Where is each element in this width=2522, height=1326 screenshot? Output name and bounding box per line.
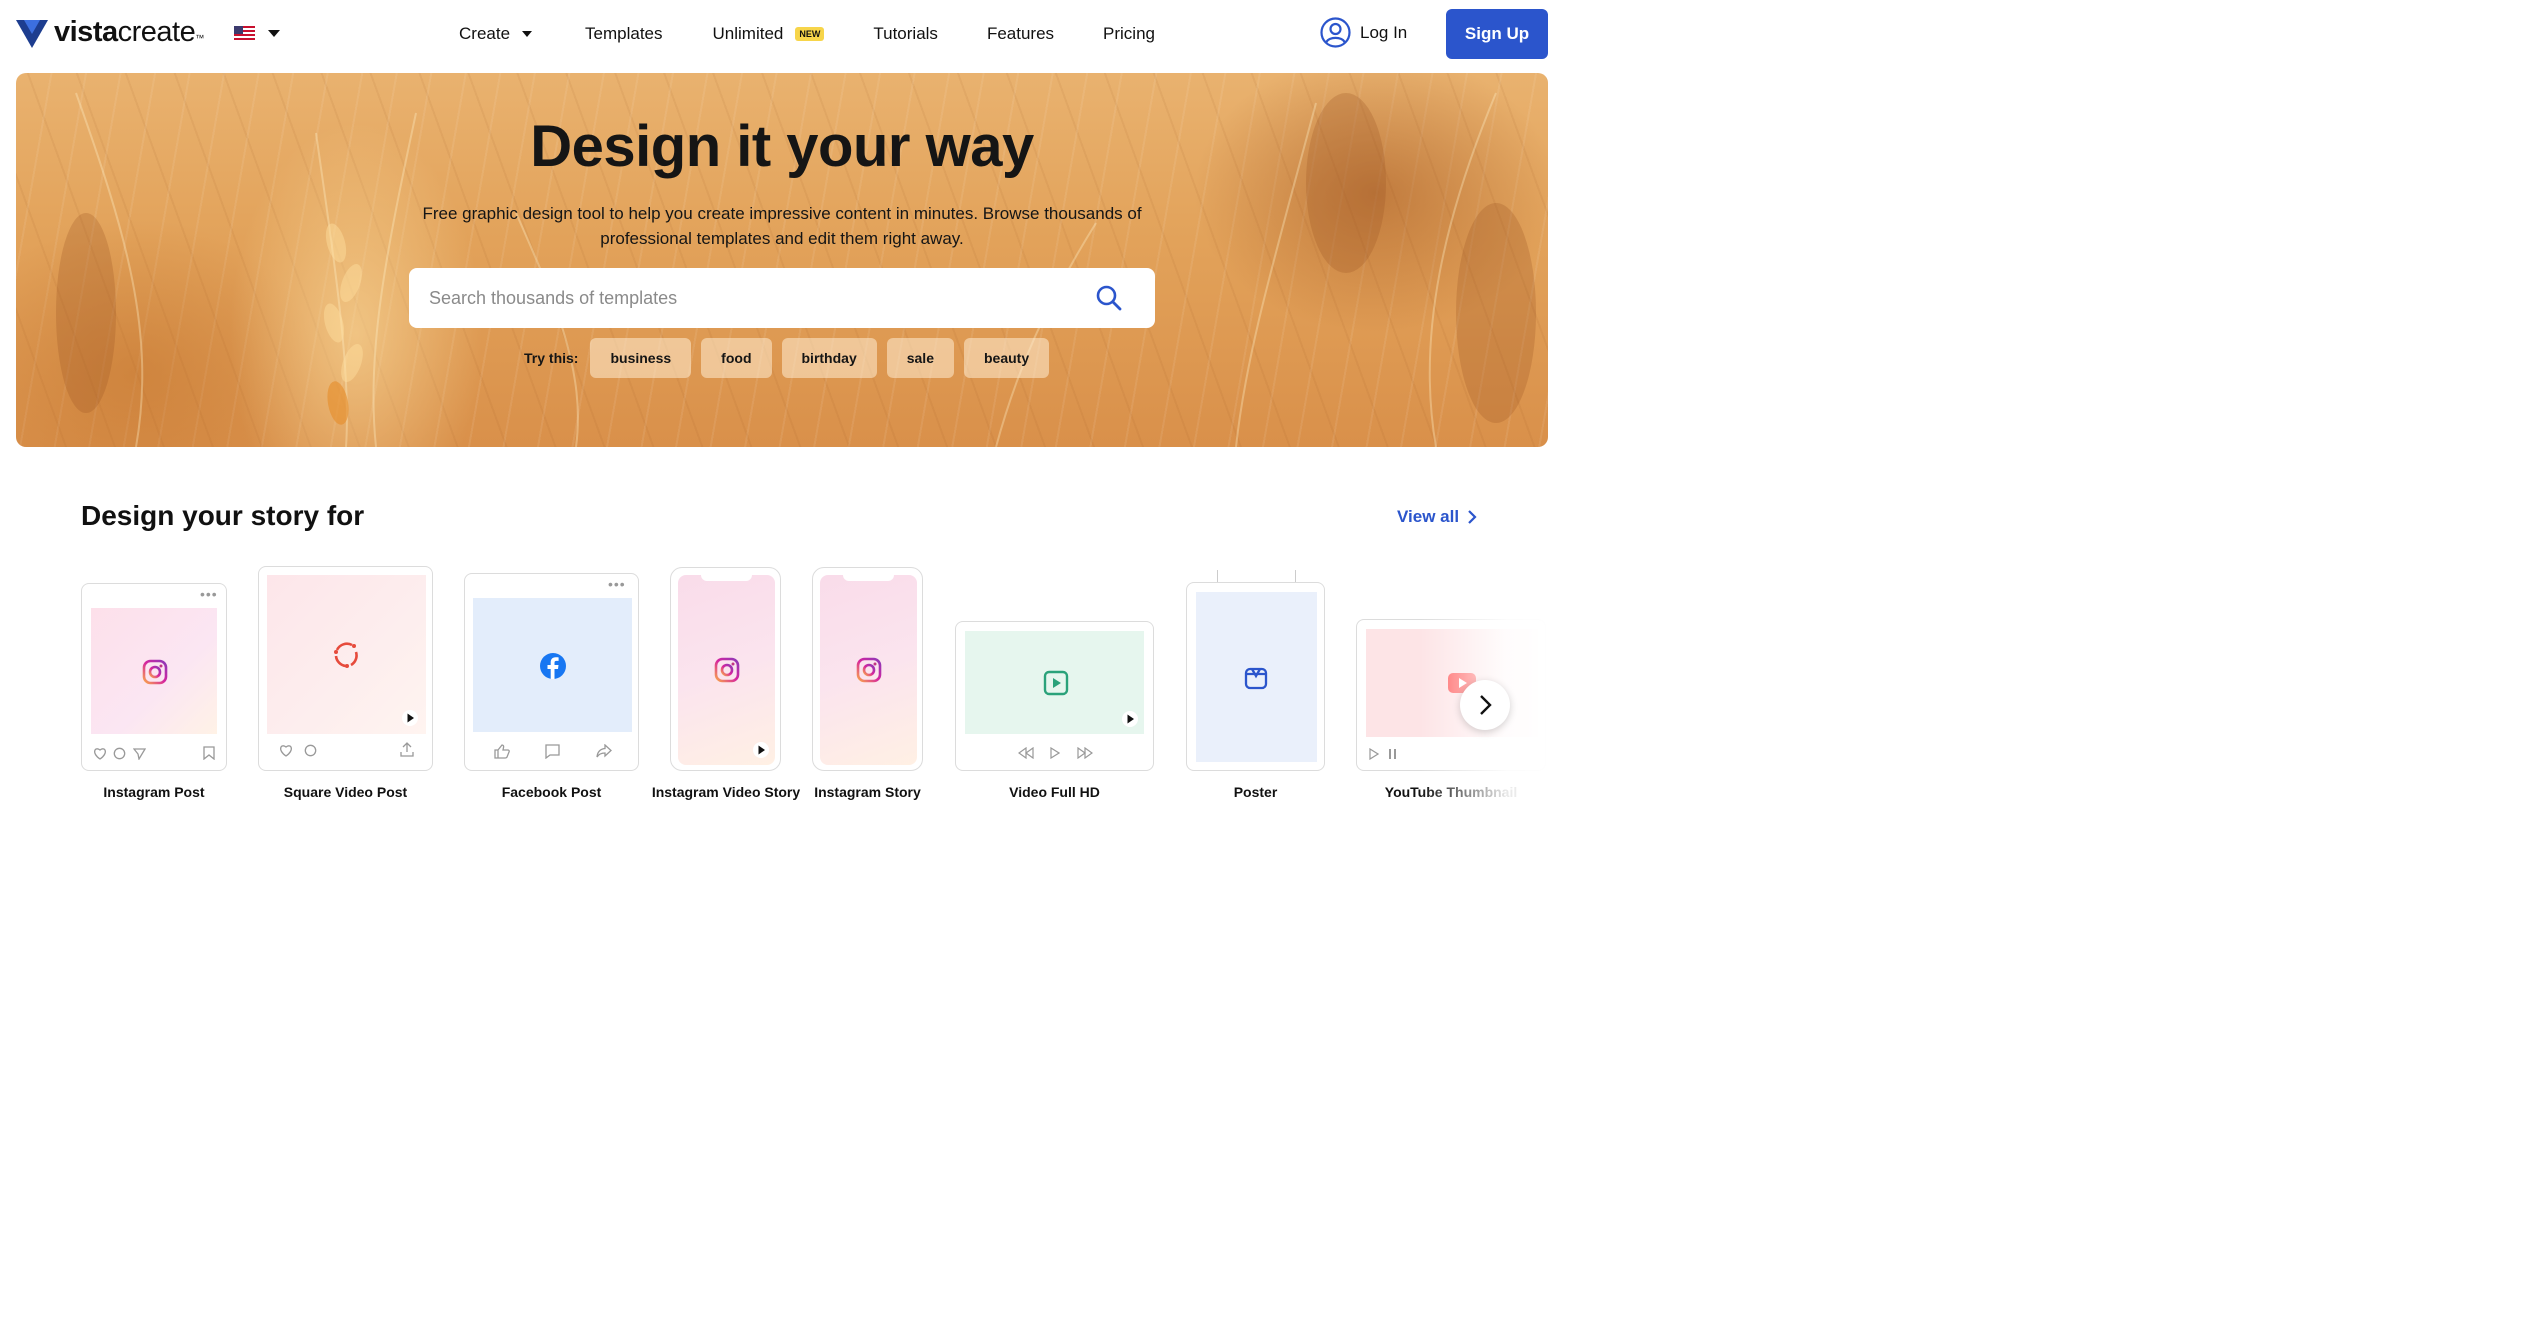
template-search-input[interactable] — [429, 287, 1095, 309]
play-icon — [753, 742, 769, 758]
card-label: Square Video Post — [283, 784, 408, 800]
format-card-instagram-post[interactable]: ••• — [81, 583, 227, 771]
thumbs-up-icon — [494, 744, 510, 759]
play-icon — [402, 710, 418, 726]
chip-food[interactable]: food — [701, 338, 772, 378]
sign-up-button[interactable]: Sign Up — [1446, 9, 1548, 59]
chip-business[interactable]: business — [590, 338, 692, 378]
comment-icon — [113, 747, 126, 760]
template-search-bar[interactable] — [409, 268, 1155, 328]
vistacreate-logo-icon — [16, 19, 48, 48]
chip-sale[interactable]: sale — [886, 338, 954, 378]
like-icon — [280, 745, 292, 757]
more-icon: ••• — [608, 576, 626, 592]
hero-title: Design it your way — [530, 114, 1034, 179]
user-circle-icon — [1320, 17, 1351, 48]
nav-pricing-label: Pricing — [1103, 24, 1155, 43]
nav-pricing[interactable]: Pricing — [1103, 22, 1155, 46]
card-label: Video Full HD — [1009, 784, 1100, 800]
chevron-right-icon — [1480, 695, 1492, 715]
logo-wordmark: vistacreate™ — [54, 16, 204, 48]
carousel-next-button[interactable] — [1460, 680, 1510, 730]
phone-notch — [843, 573, 894, 581]
instagram-icon — [714, 657, 740, 683]
play-outline-icon — [1050, 747, 1060, 759]
chevron-down-icon — [522, 31, 533, 37]
nav-features-label: Features — [986, 24, 1055, 43]
nav-create-label: Create — [459, 24, 511, 43]
nav-features[interactable]: Features — [987, 22, 1054, 46]
format-card-youtube-thumbnail[interactable] — [1356, 619, 1546, 771]
login-link[interactable]: Log In — [1320, 17, 1407, 48]
vistacreate-logo[interactable]: vistacreate™ — [16, 16, 204, 49]
card-label: Poster — [1233, 784, 1278, 800]
play-outline-icon — [1369, 748, 1379, 760]
main-nav: Create Templates Unlimited NEW Tutorials… — [459, 22, 1155, 46]
card-label: Instagram Video Story — [651, 784, 801, 800]
language-chevron-down-icon[interactable] — [268, 30, 280, 37]
login-label: Log In — [1360, 22, 1408, 42]
new-badge: NEW — [795, 27, 825, 41]
nav-tutorials-label: Tutorials — [873, 24, 938, 43]
card-label: Facebook Post — [501, 784, 602, 800]
top-header: vistacreate™ Create Templates Unlimited … — [0, 0, 1564, 72]
chip-birthday[interactable]: birthday — [781, 338, 877, 378]
video-loop-icon — [334, 642, 358, 668]
format-card-instagram-video-story[interactable] — [670, 567, 781, 771]
us-flag-icon[interactable] — [234, 26, 255, 40]
upload-icon — [400, 742, 414, 757]
nav-templates-label: Templates — [585, 24, 663, 43]
instagram-icon — [142, 659, 168, 685]
format-card-square-video-post[interactable] — [258, 566, 433, 771]
nav-tutorials[interactable]: Tutorials — [873, 22, 938, 46]
format-card-poster[interactable] — [1186, 570, 1325, 771]
view-all-link[interactable]: View all — [1397, 507, 1477, 527]
nav-unlimited[interactable]: Unlimited NEW — [713, 22, 825, 46]
phone-notch — [701, 573, 752, 581]
search-icon[interactable] — [1095, 284, 1123, 312]
bookmark-icon — [203, 746, 215, 760]
chip-beauty[interactable]: beauty — [963, 338, 1050, 378]
hero-banner: Design it your way Free graphic design t… — [16, 73, 1548, 447]
format-card-video-full-hd[interactable] — [955, 621, 1154, 771]
comment-icon — [545, 744, 560, 759]
like-icon — [94, 748, 106, 760]
video-play-icon — [1043, 670, 1069, 696]
hero-subtitle: Free graphic design tool to help you cre… — [422, 204, 1142, 248]
nav-unlimited-label: Unlimited — [712, 24, 784, 43]
nav-templates[interactable]: Templates — [585, 22, 662, 46]
nav-create[interactable]: Create — [459, 22, 533, 46]
format-card-facebook-post[interactable]: ••• — [464, 573, 639, 771]
fast-forward-icon — [1077, 747, 1093, 759]
more-icon: ••• — [200, 586, 218, 602]
poster-hanger-right — [1295, 570, 1296, 582]
share-icon — [133, 748, 146, 760]
view-all-label: View all — [1397, 507, 1460, 526]
poster-hanger-left — [1217, 570, 1218, 582]
format-card-instagram-story[interactable] — [812, 567, 923, 771]
comment-icon — [304, 744, 317, 757]
pause-icon — [1389, 749, 1396, 759]
card-label: Instagram Post — [103, 784, 205, 800]
card-label: YouTube Thumbnail — [1384, 784, 1518, 800]
play-icon — [1122, 711, 1138, 727]
instagram-icon — [856, 657, 882, 683]
suggested-searches: Try this: business food birthday sale be… — [524, 338, 1050, 378]
try-this-label: Try this: — [524, 350, 579, 366]
card-label: Instagram Story — [814, 784, 921, 800]
poster-icon — [1244, 667, 1268, 690]
rewind-icon — [1018, 747, 1034, 759]
section-title: Design your story for — [81, 500, 365, 531]
share-icon — [596, 744, 612, 758]
chevron-right-icon — [1468, 510, 1477, 524]
facebook-icon — [540, 653, 566, 679]
